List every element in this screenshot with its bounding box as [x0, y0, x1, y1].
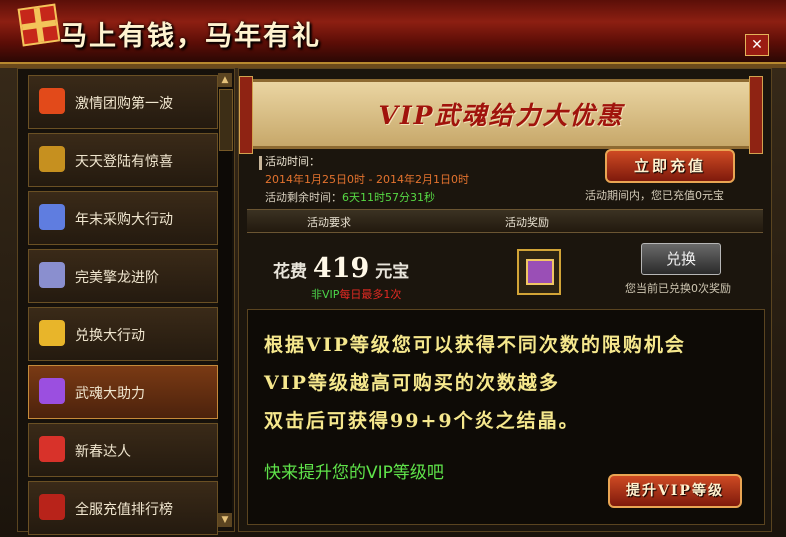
exchange-button[interactable]: 兑换: [641, 243, 721, 275]
sidebar-item-label: 武魂大助力: [75, 386, 145, 402]
treasure-chest-icon[interactable]: [517, 249, 561, 295]
remain-label: 活动剩余时间：: [265, 191, 342, 204]
mage-figure-icon: [39, 262, 65, 288]
daily-limit: 非VIP每日最多1次: [311, 286, 401, 302]
sidebar-item-label: 新春达人: [75, 444, 131, 460]
description-box: 根据VIP等级您可以获得不同次数的限购机会 VIP等级越高可购买的次数越多 双击…: [247, 309, 765, 525]
scroll-thumb[interactable]: [219, 89, 233, 151]
description-line-3: 双击后可获得99+9个炎之结晶。: [264, 410, 580, 432]
sidebar-item[interactable]: 完美擎龙进阶: [28, 249, 218, 303]
activity-panel: VIP武魂给力大优惠 活动时间： 2014年1月25日0时 - 2014年2月1…: [238, 68, 772, 532]
cost-requirement: 花费 419 元宝: [273, 253, 409, 284]
sidebar-item[interactable]: 天天登陆有惊喜: [28, 133, 218, 187]
sidebar-item-label: 年末采购大行动: [75, 212, 173, 228]
time-label: 活动时间：: [265, 155, 320, 168]
star-ribbon-icon: [39, 146, 65, 172]
red-banner-icon: [39, 494, 65, 520]
activity-sidebar: ▲ ▼ 激情团购第一波 天天登陆有惊喜 年末采购大行动 完美擎龙进阶 兑换大行动武魂大助…: [17, 68, 235, 535]
remain-countdown: 6天11时57分31秒: [342, 191, 435, 204]
sidebar-item[interactable]: 激情团购第一波: [28, 75, 218, 129]
non-vip-label: 非VIP: [311, 288, 340, 301]
sidebar-item-label: 激情团购第一波: [75, 96, 173, 112]
scroll-up-arrow-icon[interactable]: ▲: [218, 73, 232, 87]
cost-unit: 元宝: [375, 262, 410, 282]
sidebar-item-label: 兑换大行动: [75, 328, 145, 344]
recharge-now-button[interactable]: 立即充值: [605, 149, 735, 183]
sidebar-item[interactable]: 武魂大助力: [28, 365, 218, 419]
upgrade-vip-button[interactable]: 提升VIP等级: [608, 474, 742, 508]
window-title: 马上有钱，马年有礼: [60, 21, 321, 52]
sidebar-item[interactable]: 新春达人: [28, 423, 218, 477]
close-button[interactable]: ✕: [745, 34, 769, 56]
limit-text: 每日最多1次: [339, 288, 402, 301]
group-buy-icon: [39, 88, 65, 114]
sidebar-item-label: 全服充值排行榜: [75, 502, 173, 518]
sidebar-item[interactable]: 年末采购大行动: [28, 191, 218, 245]
sidebar-scrollbar[interactable]: ▲ ▼: [218, 73, 233, 527]
gold-ingot-icon: [39, 320, 65, 346]
sidebar-item[interactable]: 全服充值排行榜: [28, 481, 218, 535]
col-reward: 活动奖励: [505, 216, 549, 229]
banner-title: VIP武魂给力大优惠: [378, 101, 624, 130]
cost-prefix: 花费: [273, 262, 307, 282]
potion-bottle-icon: [39, 204, 65, 230]
col-requirement: 活动要求: [307, 216, 351, 229]
description-line-1: 根据VIP等级您可以获得不同次数的限购机会: [264, 334, 686, 356]
event-window: 马上有钱，马年有礼 ✕ ▲ ▼ 激情团购第一波 天天登陆有惊喜 年末采购大行动 完美擎…: [0, 0, 786, 537]
sidebar-item[interactable]: 兑换大行动: [28, 307, 218, 361]
gift-box-icon: [17, 3, 61, 47]
sidebar-item-label: 天天登陆有惊喜: [75, 154, 173, 170]
scroll-down-arrow-icon[interactable]: ▼: [218, 513, 232, 527]
activity-time-info: 活动时间： 2014年1月25日0时 - 2014年2月1日0时 活动剩余时间：…: [259, 153, 469, 207]
table-header: 活动要求 活动奖励: [247, 209, 763, 233]
activity-banner: VIP武魂给力大优惠: [239, 76, 763, 154]
title-bar: 马上有钱，马年有礼: [0, 0, 786, 68]
cost-value: 419: [312, 253, 370, 284]
upgrade-cta-text: 快来提升您的VIP等级吧: [264, 463, 444, 483]
description-line-2: VIP等级越高可购买的次数越多: [264, 372, 560, 394]
sidebar-item-label: 完美擎龙进阶: [75, 270, 159, 286]
recharge-note: 活动期间内，您已充值0元宝: [585, 189, 724, 202]
exchange-note: 您当前已兑换0次奖励: [625, 282, 731, 295]
time-range: 2014年1月25日0时 - 2014年2月1日0时: [265, 173, 469, 186]
red-bag-icon: [39, 436, 65, 462]
purple-orb-icon: [39, 378, 65, 404]
